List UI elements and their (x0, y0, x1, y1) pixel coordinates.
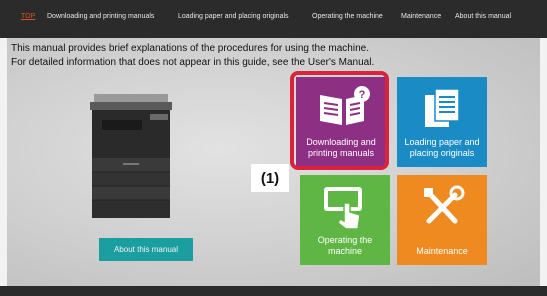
printer-illustration (90, 94, 172, 218)
tile-maintenance-label: Maintenance (416, 246, 468, 256)
tile-operating-label: Operating the machine (317, 235, 373, 256)
tile-loading-label: Loading paper and placing originals (404, 137, 480, 158)
tile-operating-machine[interactable]: Operating the machine (300, 175, 390, 265)
nav-item-top[interactable]: TOP (21, 13, 35, 20)
intro-line-1: This manual provides brief explanations … (11, 43, 369, 54)
nav-item-about-manual[interactable]: About this manual (455, 13, 511, 20)
tile-downloading-label: Downloading and printing manuals (306, 137, 376, 158)
touch-panel-icon (324, 187, 362, 229)
tools-icon (424, 185, 465, 224)
intro-line-2: For detailed information that does not a… (11, 57, 375, 68)
step-callout: (1) (251, 164, 289, 192)
svg-text:?: ? (359, 89, 366, 101)
nav-item-loading-paper[interactable]: Loading paper and placing originals (178, 13, 289, 20)
tile-downloading-manuals[interactable]: ? Downloading and printing manuals (296, 77, 386, 167)
nav-item-maintenance[interactable]: Maintenance (401, 13, 441, 20)
tile-loading-paper[interactable]: Loading paper and placing originals (397, 77, 487, 167)
nav-item-operating-machine[interactable]: Operating the machine (312, 13, 383, 20)
top-nav-bar: TOP Downloading and printing manuals Loa… (0, 0, 547, 38)
documents-icon (425, 88, 460, 127)
book-question-icon: ? (320, 86, 370, 125)
about-manual-button[interactable]: About this manual (99, 238, 193, 261)
intro-text: This manual provides brief explanations … (11, 42, 374, 70)
footer-bar (0, 286, 547, 296)
nav-item-downloading-manuals[interactable]: Downloading and printing manuals (47, 13, 154, 20)
tile-maintenance[interactable]: Maintenance (397, 175, 487, 265)
